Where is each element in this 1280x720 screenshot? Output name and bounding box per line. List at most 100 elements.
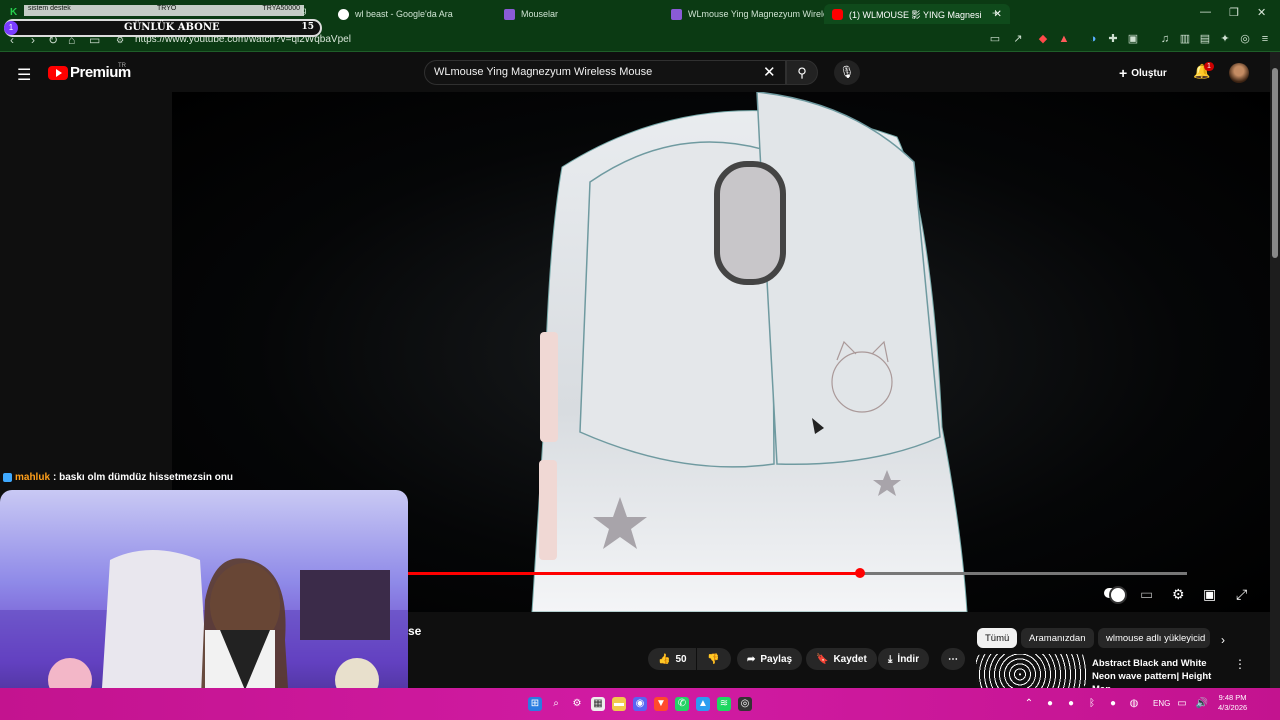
youtube-logo-icon[interactable] — [48, 66, 68, 80]
recommendation-menu-icon[interactable]: ⋮ — [1234, 657, 1246, 671]
youtube-icon — [832, 8, 843, 20]
tab-label: WLmouse Ying Magnezyum Wireless — [688, 9, 838, 19]
more-actions-button[interactable]: ⋯ — [941, 648, 965, 670]
notification-badge: 1 — [1204, 62, 1214, 71]
tab-label: Mouselar — [521, 9, 559, 19]
app-k-icon: K — [10, 7, 18, 18]
calculator-icon[interactable]: ▦ — [591, 697, 605, 711]
chat-message: : baskı olm dümdüz hissetmezsin onu — [53, 472, 234, 483]
share-icon[interactable]: ↗ — [1012, 33, 1024, 45]
site-icon — [671, 8, 682, 20]
taskbar-clock[interactable]: 9:48 PM 4/3/2026 — [1218, 693, 1247, 713]
settings-gear-icon[interactable]: ⚙ — [1172, 586, 1185, 603]
tab-wlmouse[interactable]: WLmouse Ying Magnezyum Wireless — [663, 4, 845, 24]
voice-search-button[interactable]: 🎙 — [834, 60, 860, 85]
cast-icon[interactable]: ▭ — [989, 33, 1001, 45]
avatar[interactable] — [1229, 63, 1249, 83]
panel-icon[interactable]: ▥ — [1179, 33, 1191, 45]
window-close-icon[interactable]: ✕ — [1257, 6, 1266, 19]
like-button[interactable]: 👍 50 — [648, 648, 696, 670]
clear-search-icon[interactable]: ✕ — [763, 63, 776, 81]
tray-app-icon[interactable]: ● — [1043, 697, 1057, 711]
tab-google-search[interactable]: wl beast - Google'da Ara — [330, 4, 461, 24]
extensions-icon[interactable]: ✚ — [1107, 33, 1119, 45]
tab-label: (1) WLMOUSE 影 YING Magnesi — [849, 9, 982, 20]
obs-icon[interactable]: ◎ — [738, 697, 752, 711]
bluetooth-icon[interactable]: ᛒ — [1085, 697, 1099, 711]
language-indicator[interactable]: ENG — [1153, 699, 1170, 708]
download-label: İndir — [897, 653, 920, 665]
video-title: se — [408, 624, 422, 638]
translate-icon[interactable]: ◑ — [1087, 33, 1099, 45]
google-icon — [338, 8, 349, 20]
discord-icon[interactable]: ◉ — [633, 697, 647, 711]
goal-label: GÜNLÜK ABONE — [124, 22, 220, 33]
settings-app-icon[interactable]: ⚙ — [570, 697, 584, 711]
leo-icon[interactable]: ✦ — [1219, 33, 1231, 45]
webcam-overlay — [0, 490, 408, 720]
fullscreen-icon[interactable]: ⤢ — [1236, 586, 1247, 603]
chip-from-search[interactable]: Aramanızdan — [1021, 628, 1094, 648]
network-icon[interactable]: ◍ — [1127, 697, 1141, 711]
ticker-left: sistem destek — [28, 5, 71, 12]
download-button[interactable]: ⤓ İndir — [878, 648, 930, 670]
sidebar-icon[interactable]: ▣ — [1127, 33, 1139, 45]
bookmark-save-icon: 🔖 — [816, 653, 829, 665]
app-icon[interactable]: ▲ — [696, 697, 710, 711]
goal-count: 15 — [301, 22, 314, 32]
download-icon: ⤓ — [888, 653, 893, 665]
taskbar-search-icon[interactable]: ⌕ — [549, 697, 563, 711]
file-explorer-icon[interactable]: ▬ — [612, 697, 626, 711]
tab-youtube-active[interactable]: (1) WLMOUSE 影 YING Magnesi ✕ — [824, 4, 1010, 24]
progress-bar-played[interactable] — [408, 572, 860, 575]
chip-all[interactable]: Tümü — [977, 628, 1018, 648]
whatsapp-icon[interactable]: ✆ — [675, 697, 689, 711]
recommendation-thumbnail[interactable] — [976, 654, 1086, 688]
save-button[interactable]: 🔖 Kaydet — [806, 648, 877, 670]
progress-scrubber[interactable] — [855, 568, 865, 578]
wallet-icon[interactable]: ▤ — [1199, 33, 1211, 45]
ticker-mid: TRYO — [156, 5, 177, 12]
windows-start-icon[interactable]: ⊞ — [528, 697, 542, 711]
guide-menu-icon[interactable]: ☰ — [17, 65, 31, 85]
autoplay-toggle[interactable] — [1104, 586, 1127, 604]
volume-icon[interactable]: 🔊 — [1195, 697, 1209, 711]
subscriber-goal-bar: GÜNLÜK ABONE 15 — [4, 19, 322, 37]
share-button[interactable]: ➦ Paylaş — [737, 648, 803, 670]
chat-badge-icon — [3, 473, 12, 482]
subtitles-icon[interactable]: ▭ — [1140, 586, 1153, 603]
search-button[interactable]: ⚲ — [786, 60, 818, 85]
display-icon[interactable]: ▭ — [1175, 697, 1189, 711]
new-tab-button[interactable]: + — [992, 6, 999, 20]
dislike-button[interactable]: 👎 — [697, 648, 731, 670]
save-label: Kaydet — [833, 653, 867, 665]
tray-chevron-icon[interactable]: ⌃ — [1022, 697, 1036, 711]
goal-progress-dot: 1 — [4, 21, 18, 35]
clock-date: 4/3/2026 — [1218, 703, 1248, 712]
more-dots-icon: ⋯ — [948, 653, 958, 665]
tray-app-icon[interactable]: ● — [1064, 697, 1078, 711]
scrollbar-thumb[interactable] — [1272, 68, 1278, 258]
plus-icon: + — [1119, 65, 1128, 81]
theater-mode-icon[interactable]: ▣ — [1203, 586, 1216, 603]
search-query[interactable]: WLmouse Ying Magnezyum Wireless Mouse — [434, 66, 652, 78]
chip-uploader[interactable]: wlmouse adlı yükleyicid — [1098, 628, 1210, 648]
vpn-icon[interactable]: ◎ — [1239, 33, 1251, 45]
minimize-icon[interactable]: — — [1200, 6, 1211, 18]
tab-mouselar[interactable]: Mouselar — [496, 4, 566, 24]
chips-next-chevron-icon[interactable]: › — [1221, 633, 1225, 647]
create-label: Oluştur — [1131, 67, 1167, 79]
brave-rewards-icon[interactable]: ▲ — [1058, 33, 1070, 45]
thumbs-down-icon: 👎 — [707, 653, 720, 665]
brave-shield-icon[interactable]: ◆ — [1037, 33, 1049, 45]
spotify-icon[interactable]: ≋ — [717, 697, 731, 711]
search-icon: ⚲ — [797, 65, 807, 80]
chat-username: mahluk — [15, 472, 51, 483]
tray-app-icon[interactable]: ● — [1106, 697, 1120, 711]
create-button[interactable]: + Oluştur — [1119, 63, 1167, 83]
share-label: Paylaş — [760, 653, 793, 665]
menu-icon[interactable]: ≡ — [1259, 33, 1271, 45]
maximize-icon[interactable]: ❐ — [1229, 6, 1239, 19]
brave-browser-icon[interactable]: ▼ — [654, 697, 668, 711]
music-icon[interactable]: ♫ — [1159, 33, 1171, 45]
